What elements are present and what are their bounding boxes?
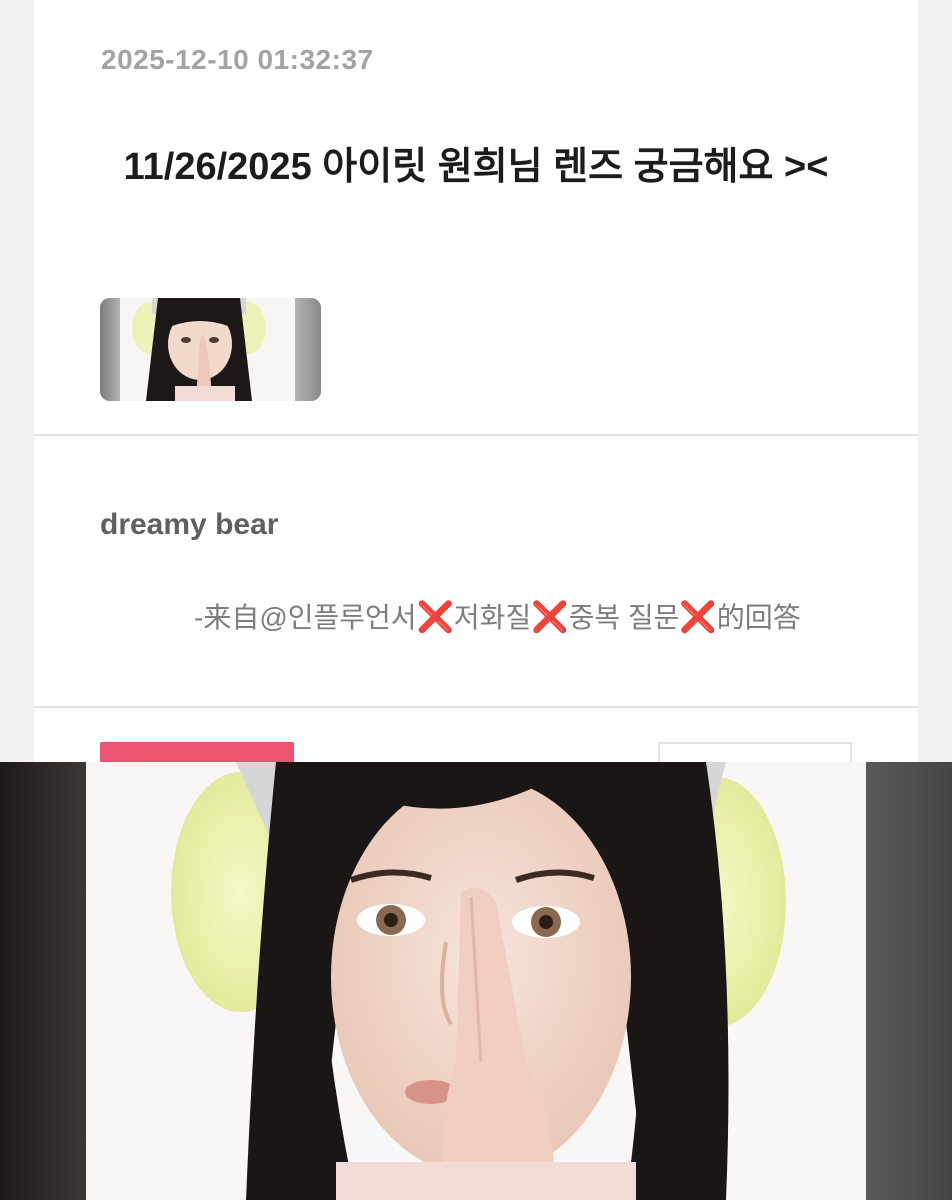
thumbnail-photo <box>120 298 295 401</box>
divider <box>34 706 918 708</box>
answer-source-line: -来自@인플루언서❌저화질❌중복 질문❌的回答 <box>194 596 801 636</box>
primary-action-button[interactable] <box>100 742 294 764</box>
photo-blur-left <box>0 762 86 1200</box>
source-part-2: 저화질 <box>453 602 532 633</box>
secondary-action-button[interactable] <box>658 742 852 764</box>
girl-portrait-thumbnail-image <box>120 298 295 401</box>
girl-portrait-image <box>86 762 866 1200</box>
thumbnail-blur-right <box>295 298 321 401</box>
source-prefix: -来自@인플루언서 <box>194 602 417 633</box>
source-suffix: 的回答 <box>716 602 801 633</box>
x-mark-icon: ❌ <box>679 601 717 634</box>
attachment-thumbnail[interactable] <box>100 298 321 401</box>
source-part-3: 중복 질문 <box>568 602 680 633</box>
enlarged-photo-viewer <box>0 762 952 1200</box>
post-title: 11/26/2025 아이릿 원희님 렌즈 궁금해요 >< <box>123 146 829 188</box>
x-mark-icon: ❌ <box>531 601 569 634</box>
post-card: 2025-12-10 01:32:37 11/26/2025 아이릿 원희님 렌… <box>34 0 918 764</box>
enlarged-photo[interactable] <box>86 762 866 1200</box>
x-mark-icon: ❌ <box>416 601 454 634</box>
photo-blur-right <box>866 762 952 1200</box>
thumbnail-blur-left <box>100 298 120 401</box>
answer-text: dreamy bear <box>100 508 279 541</box>
post-timestamp: 2025-12-10 01:32:37 <box>101 44 374 75</box>
divider <box>34 434 918 436</box>
